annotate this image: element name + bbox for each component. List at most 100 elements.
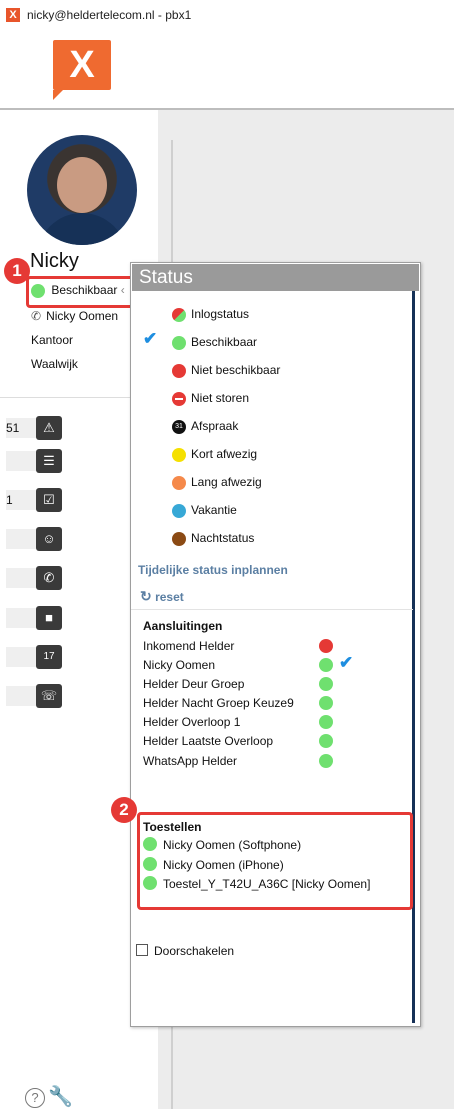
connections-title: Aansluitingen	[143, 619, 223, 633]
connection-row[interactable]: Helder Nacht Groep Keuze9	[143, 694, 411, 713]
refresh-icon: ↻	[140, 588, 152, 604]
calendar-icon: 17	[36, 645, 62, 669]
connection-row[interactable]: Inkomend Helder	[143, 637, 411, 656]
forward-checkbox[interactable]: Doorschakelen	[136, 944, 234, 958]
status-selector[interactable]: Beschikbaar ‹	[31, 283, 125, 298]
do-not-disturb-icon	[172, 391, 186, 406]
contacts-icon: ☺	[36, 527, 62, 551]
status-dot	[31, 283, 45, 298]
schedule-status-link[interactable]: Tijdelijke status inplannen	[138, 563, 288, 577]
status-option-inlogstatus[interactable]: Inlogstatus	[172, 304, 249, 324]
status-option-label: Nachtstatus	[191, 531, 255, 545]
user-location: Kantoor	[31, 333, 74, 347]
connection-label: Helder Nacht Groep Keuze9	[143, 696, 294, 710]
user-city: Waalwijk	[31, 357, 78, 371]
logo-letter: X	[69, 44, 95, 86]
status-option-label: Lang afwezig	[191, 475, 262, 489]
phone-icon: ✆	[36, 566, 62, 590]
connection-row[interactable]: WhatsApp Helder	[143, 752, 411, 771]
connection-row[interactable]: Helder Laatste Overloop	[143, 732, 411, 751]
sidebar-item-video[interactable]: ■	[0, 606, 65, 630]
reset-label: reset	[155, 590, 184, 604]
brand-logo: X	[53, 40, 111, 100]
sidebar-item-calendar[interactable]: 17	[0, 645, 65, 669]
connection-row[interactable]: Nicky Oomen ✔	[143, 653, 411, 675]
status-option-kort-afwezig[interactable]: Kort afwezig	[172, 444, 257, 464]
connection-label: Inkomend Helder	[143, 639, 235, 653]
checklist-icon: ☑	[36, 488, 62, 512]
help-icon[interactable]: ?	[25, 1088, 45, 1108]
window-title: nicky@heldertelecom.nl - pbx1	[27, 8, 192, 22]
status-option-label: Niet beschikbaar	[191, 363, 281, 377]
connection-label: WhatsApp Helder	[143, 754, 238, 768]
forward-label: Doorschakelen	[154, 944, 235, 958]
user-line[interactable]: ✆ Nicky Oomen	[31, 309, 118, 323]
video-icon: ■	[36, 606, 62, 630]
reset-button[interactable]: ↻ reset	[140, 588, 184, 605]
connection-status-dot	[319, 696, 333, 710]
status-option-label: Inlogstatus	[191, 307, 250, 321]
status-option-afspraak[interactable]: 31 Afspraak	[172, 416, 238, 436]
status-label: Beschikbaar	[51, 283, 118, 297]
status-dot	[172, 363, 186, 378]
status-dot	[172, 475, 186, 490]
status-dot	[172, 531, 186, 546]
status-option-vakantie[interactable]: Vakantie	[172, 500, 237, 520]
warning-icon: ⚠	[36, 416, 62, 440]
checkbox-box[interactable]	[136, 944, 148, 956]
popup-scrollbar[interactable]	[412, 291, 415, 1023]
connection-label: Helder Deur Groep	[143, 677, 245, 691]
sidebar-item-alerts[interactable]: 51 ⚠	[0, 416, 65, 440]
status-option-niet-storen[interactable]: Niet storen	[172, 388, 249, 408]
connection-status-dot	[319, 639, 333, 653]
calendar-badge-icon: 31	[172, 419, 186, 434]
wrench-icon[interactable]: 🔧	[48, 1084, 73, 1109]
connection-status-dot	[319, 754, 333, 768]
chevron-down-icon: ‹	[120, 283, 125, 297]
connection-label: Nicky Oomen	[143, 658, 216, 672]
item-count: 51	[6, 421, 20, 435]
connection-status-dot	[319, 734, 333, 748]
status-option-label: Kort afwezig	[191, 447, 258, 461]
connection-row[interactable]: Helder Overloop 1	[143, 713, 411, 732]
window-titlebar: X nicky@heldertelecom.nl - pbx1	[0, 0, 454, 30]
item-count: 1	[6, 493, 13, 507]
sidebar-item-list[interactable]: ☰	[0, 449, 65, 473]
status-option-lang-afwezig[interactable]: Lang afwezig	[172, 472, 262, 492]
status-dot	[172, 335, 186, 350]
status-popup: Status Inlogstatus ✔ Beschikbaar Niet be…	[130, 262, 421, 1027]
connection-label: Helder Overloop 1	[143, 715, 241, 729]
status-dot	[172, 447, 186, 462]
sidebar-item-calls[interactable]: ✆	[0, 566, 65, 590]
connection-status-dot	[319, 677, 333, 691]
check-icon: ✔	[143, 329, 158, 348]
connection-status-dot	[319, 658, 333, 672]
popup-title: Status	[132, 264, 419, 291]
status-dot	[172, 307, 186, 322]
connection-status-dot	[319, 715, 333, 729]
check-icon: ✔	[339, 653, 354, 672]
user-line-label: Nicky Oomen	[46, 309, 119, 323]
desk-phone-icon: ☏	[36, 684, 62, 708]
annotation-marker-2: 2	[111, 797, 137, 823]
sidebar-item-contacts[interactable]: ☺	[0, 527, 65, 551]
avatar[interactable]	[27, 135, 137, 245]
status-option-label: Beschikbaar	[191, 335, 258, 349]
status-option-label: Niet storen	[191, 391, 250, 405]
sidebar-item-devices[interactable]: ☏	[0, 684, 65, 708]
status-option-nachtstatus[interactable]: Nachtstatus	[172, 528, 254, 548]
logo-header: X	[0, 30, 454, 110]
list-icon: ☰	[36, 449, 62, 473]
status-option-niet-beschikbaar[interactable]: Niet beschikbaar	[172, 360, 280, 380]
phone-icon: ✆	[31, 309, 42, 323]
status-dot	[172, 503, 186, 518]
status-option-label: Afspraak	[191, 419, 239, 433]
connection-row[interactable]: Helder Deur Groep	[143, 675, 411, 694]
user-name: Nicky	[30, 250, 79, 272]
status-option-beschikbaar[interactable]: Beschikbaar	[172, 332, 257, 352]
sidebar-item-tasks[interactable]: 1 ☑	[0, 488, 65, 512]
connection-label: Helder Laatste Overloop	[143, 734, 274, 748]
status-option-label: Vakantie	[191, 503, 237, 517]
section-separator	[131, 609, 413, 610]
app-icon: X	[6, 8, 20, 22]
